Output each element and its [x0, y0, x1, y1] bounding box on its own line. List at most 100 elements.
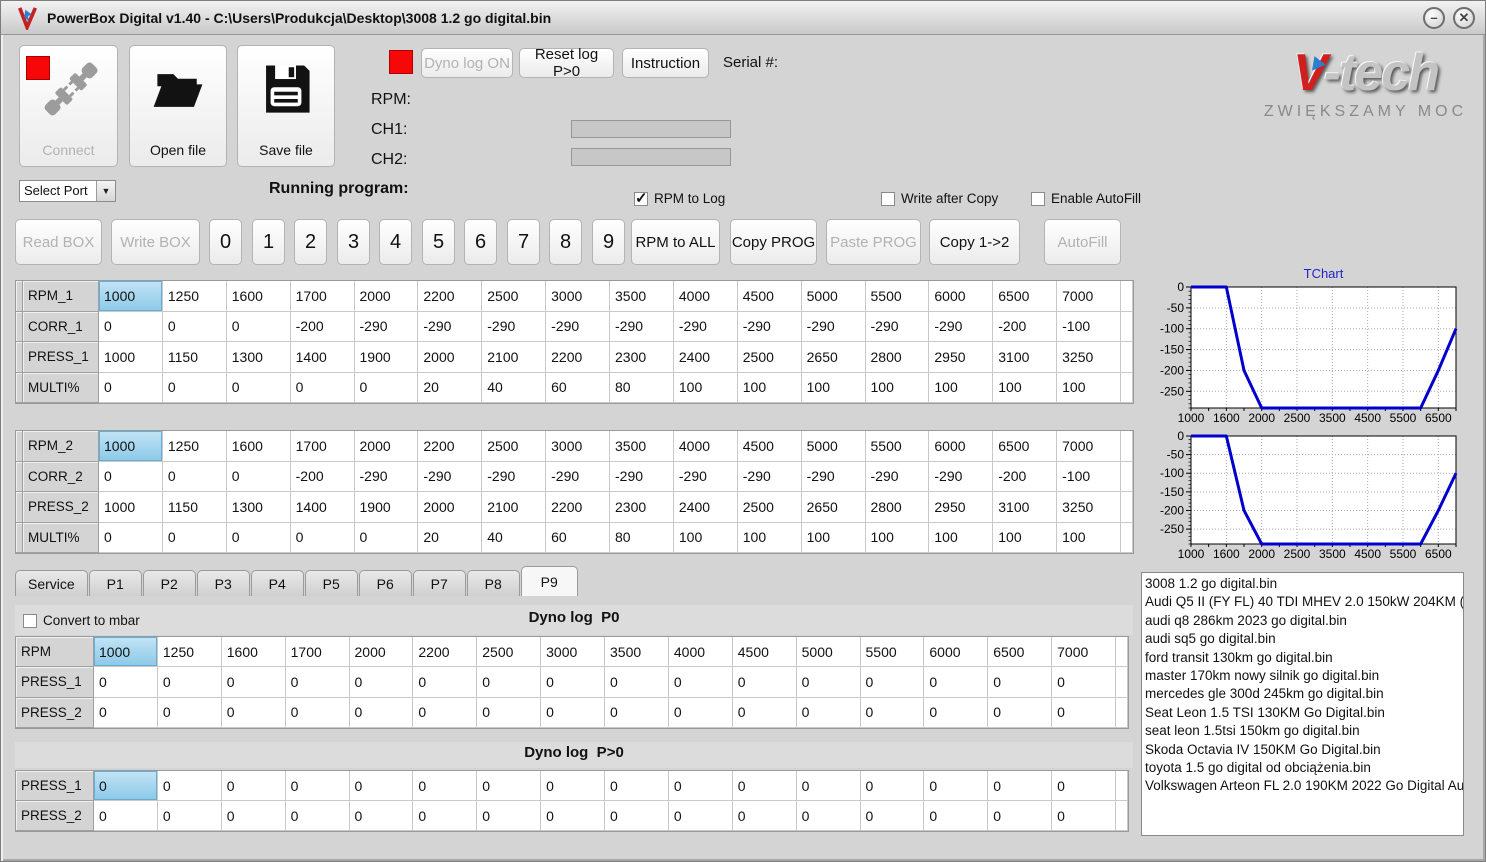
table-cell[interactable]: 0 — [732, 801, 797, 831]
table-cell[interactable]: 1300 — [226, 492, 291, 523]
tab-service[interactable]: Service — [15, 570, 88, 596]
table-cell[interactable]: 0 — [413, 801, 478, 831]
save-file-button[interactable]: Save file — [237, 45, 335, 167]
table-cell[interactable]: 1300 — [226, 342, 291, 373]
table-cell[interactable]: 1700 — [285, 637, 350, 668]
table-cell[interactable]: -290 — [865, 461, 930, 492]
table-cell[interactable]: 6000 — [924, 637, 989, 668]
table-cell[interactable]: -290 — [610, 311, 674, 342]
table-cell[interactable]: 0 — [94, 771, 158, 801]
table-cell[interactable]: 100 — [1057, 372, 1121, 403]
table-cell[interactable]: -100 — [1057, 311, 1121, 342]
table-cell[interactable]: 0 — [413, 667, 478, 698]
table-cell[interactable]: 6500 — [988, 637, 1053, 668]
table-cell[interactable]: 0 — [221, 697, 286, 728]
table-cell[interactable]: 0 — [605, 697, 669, 728]
table-cell[interactable]: 0 — [162, 372, 227, 403]
table-cell[interactable]: 100 — [929, 372, 994, 403]
table-cell[interactable]: 0 — [860, 697, 925, 728]
table-cell[interactable]: -200 — [993, 461, 1058, 492]
table-cell[interactable]: 2500 — [477, 637, 542, 668]
table-cell[interactable]: 0 — [285, 771, 350, 801]
table-cell[interactable]: 0 — [732, 697, 797, 728]
tab-p5[interactable]: P5 — [304, 570, 358, 596]
table-cell[interactable]: 80 — [610, 372, 674, 403]
table-cell[interactable]: 1900 — [354, 342, 419, 373]
table-cell[interactable]: 1700 — [290, 281, 355, 312]
table-cell[interactable]: 1000 — [99, 431, 163, 462]
table-cell[interactable]: 4500 — [737, 281, 802, 312]
table-cell[interactable]: 2200 — [546, 492, 610, 523]
table-cell[interactable]: 0 — [796, 667, 861, 698]
table-cell[interactable]: 0 — [290, 522, 355, 553]
table-cell[interactable]: 3250 — [1057, 492, 1121, 523]
table-cell[interactable]: 2000 — [418, 342, 483, 373]
copy-1-to-2-button[interactable]: Copy 1->2 — [929, 219, 1020, 265]
table-cell[interactable]: 60 — [546, 372, 610, 403]
table-cell[interactable]: 2400 — [673, 492, 738, 523]
table-cell[interactable]: 3000 — [541, 637, 605, 668]
write-after-copy-checkbox[interactable] — [881, 191, 895, 206]
table-cell[interactable]: 0 — [285, 667, 350, 698]
table-cell[interactable]: 0 — [354, 522, 419, 553]
table-cell[interactable]: 100 — [865, 372, 930, 403]
table-cell[interactable]: -290 — [354, 461, 419, 492]
table-cell[interactable]: 6500 — [993, 431, 1058, 462]
rpm-to-log-checkbox[interactable] — [634, 189, 648, 207]
table-cell[interactable]: 0 — [668, 801, 733, 831]
instruction-button[interactable]: Instruction — [622, 48, 709, 78]
table-cell[interactable]: 0 — [162, 311, 227, 342]
table-cell[interactable]: 6000 — [929, 281, 994, 312]
tab-p8[interactable]: P8 — [466, 570, 520, 596]
table-cell[interactable]: 40 — [482, 522, 547, 553]
table-cell[interactable]: 0 — [988, 667, 1053, 698]
file-list-item[interactable]: master 170km nowy silnik go digital.bin — [1145, 667, 1463, 685]
file-list-item[interactable]: Volkswagen Arteon FL 2.0 190KM 2022 Go D… — [1145, 777, 1463, 795]
table-cell[interactable]: 0 — [924, 771, 989, 801]
table-cell[interactable]: 0 — [1052, 771, 1116, 801]
table-cell[interactable]: 0 — [988, 697, 1053, 728]
table-cell[interactable]: 0 — [285, 801, 350, 831]
table-cell[interactable]: 100 — [673, 372, 738, 403]
table-cell[interactable]: 1900 — [354, 492, 419, 523]
table-cell[interactable]: 2100 — [482, 342, 547, 373]
table-cell[interactable]: -290 — [673, 461, 738, 492]
table-cell[interactable]: 6000 — [929, 431, 994, 462]
table-cell[interactable]: 1400 — [290, 492, 355, 523]
table-cell[interactable]: 2650 — [801, 342, 866, 373]
table-cell[interactable]: -290 — [546, 311, 610, 342]
table-cell[interactable]: 5500 — [860, 637, 925, 668]
table-cell[interactable]: 2300 — [610, 492, 674, 523]
table-cell[interactable]: 0 — [226, 311, 291, 342]
table-cell[interactable]: 0 — [477, 667, 542, 698]
reset-log-button[interactable]: Reset log P>0 — [519, 46, 614, 80]
table-cell[interactable]: 2400 — [673, 342, 738, 373]
table-cell[interactable]: 100 — [737, 522, 802, 553]
digit-9-button[interactable]: 9 — [592, 219, 625, 265]
table-cell[interactable]: 0 — [477, 771, 542, 801]
table-cell[interactable]: 100 — [801, 372, 866, 403]
rpm-to-all-button[interactable]: RPM to ALL — [631, 219, 720, 265]
table-cell[interactable]: 1000 — [99, 342, 163, 373]
tab-p9[interactable]: P9 — [520, 566, 578, 596]
table-cell[interactable]: 100 — [865, 522, 930, 553]
table-cell[interactable]: 0 — [988, 771, 1053, 801]
dyno-log-on-button[interactable]: Dyno log ON — [421, 48, 513, 78]
table-cell[interactable]: 0 — [796, 697, 861, 728]
table-cell[interactable]: 0 — [924, 697, 989, 728]
digit-8-button[interactable]: 8 — [549, 219, 582, 265]
table-cell[interactable]: 0 — [157, 697, 222, 728]
table-cell[interactable]: 0 — [605, 667, 669, 698]
table-cell[interactable]: -290 — [865, 311, 930, 342]
digit-1-button[interactable]: 1 — [252, 219, 285, 265]
table-cell[interactable]: -200 — [290, 461, 355, 492]
table-cell[interactable]: 20 — [418, 372, 483, 403]
tab-p7[interactable]: P7 — [412, 570, 466, 596]
table-cell[interactable]: -290 — [737, 311, 802, 342]
table-cell[interactable]: 0 — [94, 667, 158, 698]
table-cell[interactable]: 1700 — [290, 431, 355, 462]
table-cell[interactable]: 0 — [1052, 697, 1116, 728]
table-cell[interactable]: 6500 — [993, 281, 1058, 312]
table-cell[interactable]: -290 — [418, 461, 483, 492]
table-cell[interactable]: 1000 — [99, 281, 163, 312]
